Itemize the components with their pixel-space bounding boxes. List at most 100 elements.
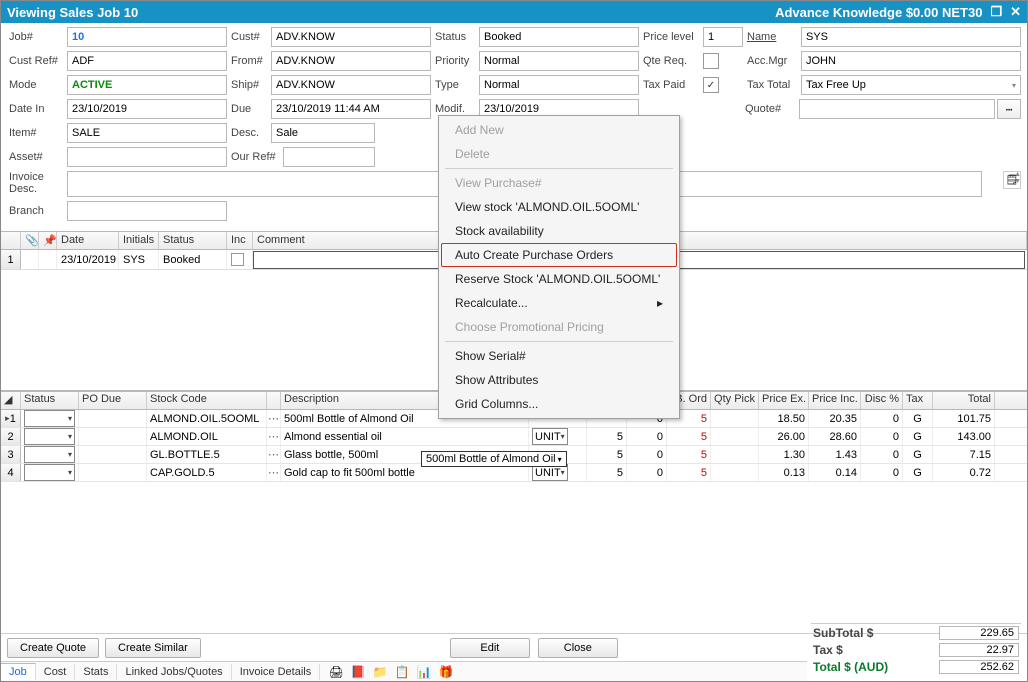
menu-grid-columns[interactable]: Grid Columns...	[441, 392, 677, 416]
g2-col-disc[interactable]: Disc %	[861, 392, 903, 409]
custref-field[interactable]: ADF	[67, 51, 227, 71]
report-icon[interactable]: 📊	[416, 664, 432, 680]
lines-grid-row[interactable]: 2 ▾ ALMOND.OIL ⋯ Almond essential oil UN…	[1, 428, 1027, 446]
status-dropdown[interactable]: ▾	[24, 446, 75, 463]
gift-icon[interactable]: 🎁	[438, 664, 454, 680]
status-cell[interactable]: ▾	[21, 428, 79, 445]
taxtotal-field[interactable]: Tax Free Up▾	[801, 75, 1021, 95]
g2-col-tax[interactable]: Tax	[903, 392, 933, 409]
label-asset: Asset#	[7, 151, 65, 163]
podue-cell	[79, 446, 147, 463]
quote-field[interactable]	[799, 99, 995, 119]
label-due: Due	[229, 103, 269, 115]
due-field[interactable]: 23/10/2019 11:44 AM	[271, 99, 431, 119]
desc-field[interactable]: Sale	[271, 123, 375, 143]
accmgr-field[interactable]: JOHN	[801, 51, 1021, 71]
restore-icon[interactable]: ❐	[990, 4, 1002, 20]
grid1-col-initials[interactable]: Initials	[119, 232, 159, 249]
asset-field[interactable]	[67, 147, 227, 167]
priceinc-cell: 20.35	[809, 410, 861, 427]
taxpaid-checkbox[interactable]: ✓	[703, 77, 719, 93]
disc-cell: 0	[861, 464, 903, 481]
job-field[interactable]: 10	[67, 27, 227, 47]
g2-col-status[interactable]: Status	[21, 392, 79, 409]
bord-cell: 5	[667, 428, 711, 445]
grid1-col-status[interactable]: Status	[159, 232, 227, 249]
close-button[interactable]: Close	[538, 638, 618, 658]
qty-cell: 5	[587, 428, 627, 445]
clipboard-icon[interactable]: 📋	[394, 664, 410, 680]
status-dropdown[interactable]: ▾	[24, 428, 75, 445]
notes-icon[interactable]: 🗒	[1003, 171, 1021, 189]
tab-cost[interactable]: Cost	[36, 664, 76, 680]
stock-lookup-button[interactable]: ⋯	[267, 446, 281, 463]
g2-col-podue[interactable]: PO Due	[79, 392, 147, 409]
status-dropdown[interactable]: ▾	[24, 410, 75, 427]
status-cell[interactable]: ▾	[21, 410, 79, 427]
g2-col-pinc[interactable]: Price Inc.	[809, 392, 861, 409]
menu-stock-availability[interactable]: Stock availability	[441, 219, 677, 243]
g2-col-total[interactable]: Total	[933, 392, 995, 409]
status-dropdown[interactable]: ▾	[24, 464, 75, 481]
menu-recalculate[interactable]: Recalculate... ▸	[441, 291, 677, 315]
g2-col-pick[interactable]: Qty Pick	[711, 392, 759, 409]
tab-invoice-details[interactable]: Invoice Details	[232, 664, 321, 680]
chevron-down-icon: ▾	[561, 468, 565, 477]
pricelevel-field[interactable]: 1	[703, 27, 743, 47]
alloc-cell: 0	[627, 428, 667, 445]
tab-job[interactable]: Job	[1, 663, 36, 680]
type-field[interactable]: Normal	[479, 75, 639, 95]
grid1-col-inc[interactable]: Inc	[227, 232, 253, 249]
edit-button[interactable]: Edit	[450, 638, 530, 658]
stock-lookup-button[interactable]: ⋯	[267, 410, 281, 427]
branch-field[interactable]	[67, 201, 227, 221]
status-field[interactable]: Booked	[479, 27, 639, 47]
stock-lookup-button[interactable]: ⋯	[267, 428, 281, 445]
grid1-col-pin[interactable]: 📌	[39, 232, 57, 249]
label-type: Type	[433, 79, 477, 91]
menu-choose-promo: Choose Promotional Pricing	[441, 315, 677, 339]
print-icon[interactable]: 🖨	[328, 664, 344, 680]
mode-field[interactable]: ACTIVE	[67, 75, 227, 95]
tab-stats[interactable]: Stats	[75, 664, 117, 680]
status-cell[interactable]: ▾	[21, 464, 79, 481]
cust-field[interactable]: ADV.KNOW	[271, 27, 431, 47]
tab-linked[interactable]: Linked Jobs/Quotes	[117, 664, 231, 680]
datein-field[interactable]: 23/10/2019	[67, 99, 227, 119]
label-branch: Branch	[7, 205, 65, 217]
close-icon[interactable]: ✕	[1010, 4, 1021, 20]
priority-field[interactable]: Normal	[479, 51, 639, 71]
menu-recalculate-label: Recalculate...	[455, 296, 528, 310]
unit-cell[interactable]: UNIT▾	[529, 428, 587, 445]
description-cell: Almond essential oil	[281, 428, 529, 445]
menu-auto-create-po[interactable]: Auto Create Purchase Orders	[441, 243, 677, 267]
ourref-field[interactable]	[283, 147, 375, 167]
from-field[interactable]: ADV.KNOW	[271, 51, 431, 71]
menu-show-serial[interactable]: Show Serial#	[441, 344, 677, 368]
quote-lookup-button[interactable]: ⋯	[997, 99, 1021, 119]
label-name[interactable]: Name	[745, 31, 799, 43]
grid1-cell-attach	[21, 250, 39, 269]
folder-icon[interactable]: 📁	[372, 664, 388, 680]
tax-label: Tax $	[813, 643, 933, 657]
menu-show-attributes[interactable]: Show Attributes	[441, 368, 677, 392]
total-cell: 101.75	[933, 410, 995, 427]
qtereq-checkbox[interactable]	[703, 53, 719, 69]
g2-col-stock[interactable]: Stock Code	[147, 392, 267, 409]
unit-dropdown[interactable]: UNIT▾	[532, 428, 568, 445]
grid1-col-attach[interactable]: 📎	[21, 232, 39, 249]
grid1-col-date[interactable]: Date	[57, 232, 119, 249]
g2-col-pex[interactable]: Price Ex.	[759, 392, 809, 409]
ship-field[interactable]: ADV.KNOW	[271, 75, 431, 95]
inc-checkbox[interactable]	[231, 253, 244, 266]
menu-reserve-stock[interactable]: Reserve Stock 'ALMOND.OIL.5OOML'	[441, 267, 677, 291]
doc-icon[interactable]: 📕	[350, 664, 366, 680]
chevron-down-icon: ▾	[561, 432, 565, 441]
item-field[interactable]: SALE	[67, 123, 227, 143]
qtypick-cell	[711, 464, 759, 481]
name-field[interactable]: SYS	[801, 27, 1021, 47]
status-cell[interactable]: ▾	[21, 446, 79, 463]
stock-lookup-button[interactable]: ⋯	[267, 464, 281, 481]
chevron-right-icon: ▸	[657, 296, 663, 310]
menu-view-stock[interactable]: View stock 'ALMOND.OIL.5OOML'	[441, 195, 677, 219]
